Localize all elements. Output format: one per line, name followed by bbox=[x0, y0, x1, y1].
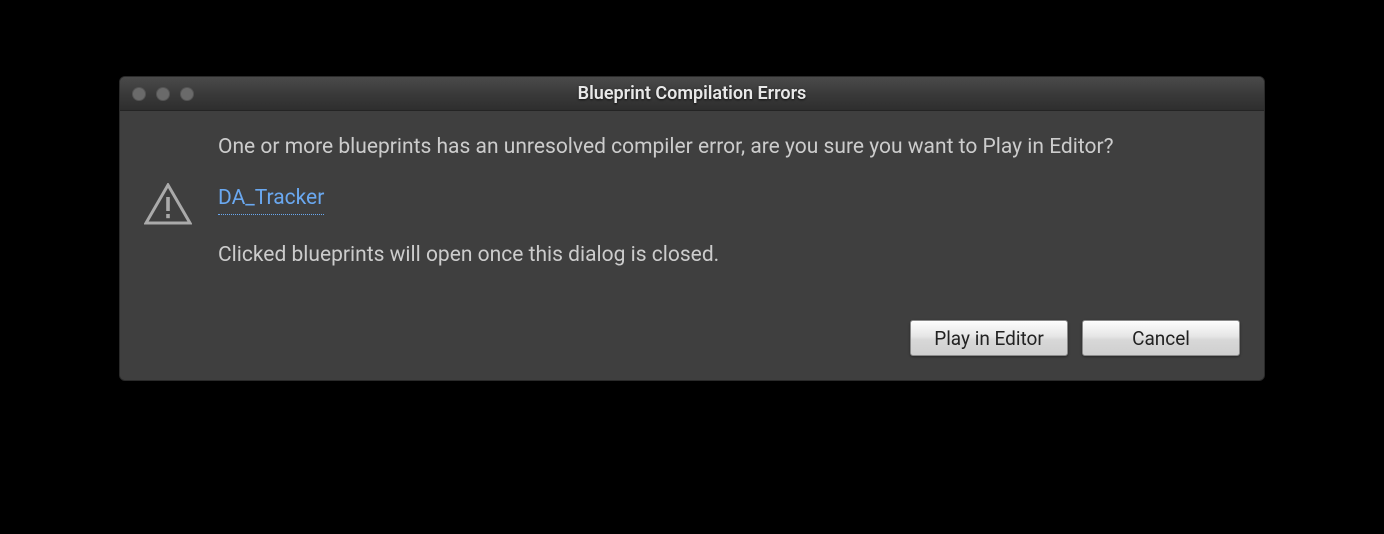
window-controls bbox=[120, 87, 194, 101]
warning-icon-wrap bbox=[144, 133, 196, 229]
maximize-window-icon[interactable] bbox=[180, 87, 194, 101]
minimize-window-icon[interactable] bbox=[156, 87, 170, 101]
primary-message: One or more blueprints has an unresolved… bbox=[218, 133, 1240, 162]
cancel-button[interactable]: Cancel bbox=[1082, 320, 1240, 356]
secondary-message: Clicked blueprints will open once this d… bbox=[218, 241, 1240, 270]
blueprint-link[interactable]: DA_Tracker bbox=[218, 184, 324, 214]
dialog-content: One or more blueprints has an unresolved… bbox=[120, 111, 1264, 380]
warning-icon bbox=[144, 183, 196, 229]
close-window-icon[interactable] bbox=[132, 87, 146, 101]
dialog-window: Blueprint Compilation Errors One or more… bbox=[119, 76, 1265, 381]
play-in-editor-button[interactable]: Play in Editor bbox=[910, 320, 1068, 356]
messages: One or more blueprints has an unresolved… bbox=[218, 133, 1240, 270]
button-row: Play in Editor Cancel bbox=[144, 320, 1240, 356]
message-row: One or more blueprints has an unresolved… bbox=[144, 133, 1240, 270]
dialog-title: Blueprint Compilation Errors bbox=[120, 83, 1264, 104]
titlebar[interactable]: Blueprint Compilation Errors bbox=[120, 77, 1264, 111]
